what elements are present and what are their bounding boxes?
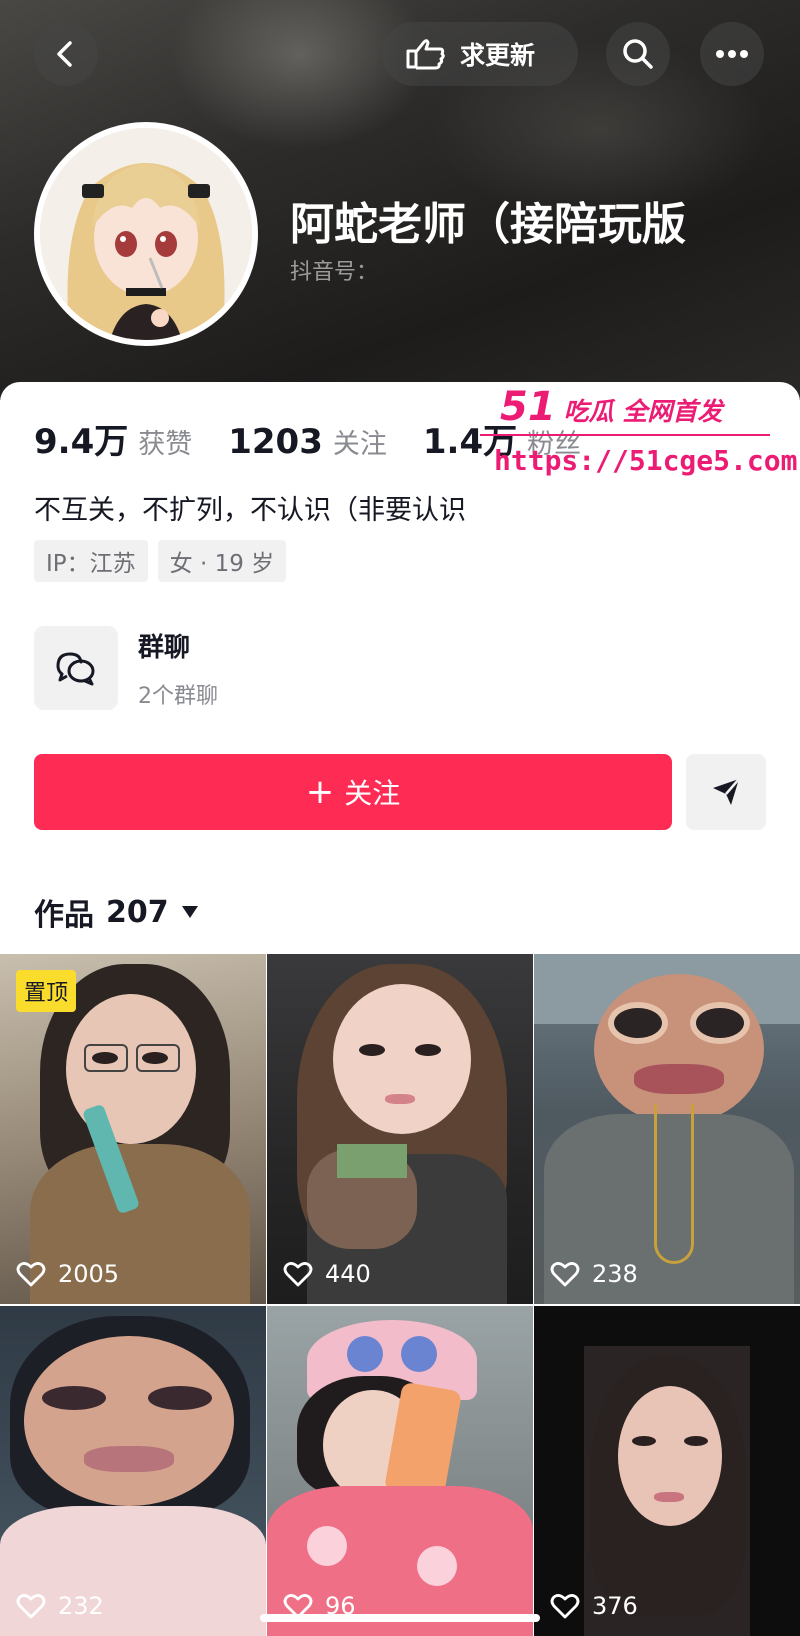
request-update-label: 求更新 — [460, 41, 536, 70]
nickname: 阿蛇老师（接陪玩版 — [290, 199, 686, 250]
heart-icon — [283, 1262, 313, 1287]
follow-button[interactable]: + 关注 — [34, 754, 672, 830]
video-tile[interactable]: 238 — [534, 954, 800, 1304]
like-count: 238 — [550, 1260, 638, 1288]
group-chat-title: 群聊 — [138, 632, 191, 663]
watermark: 51 吃瓜 全网首发 https://51cge5.com — [480, 384, 800, 477]
like-count-value: 2005 — [58, 1260, 120, 1288]
plus-icon: + — [305, 772, 335, 812]
like-count-value: 238 — [592, 1260, 638, 1288]
stat-label: 获赞 — [138, 429, 193, 460]
stat-value: 1203 — [228, 422, 323, 462]
request-update-button[interactable]: 求更新 — [382, 22, 578, 86]
stat-following[interactable]: 1203 关注 — [228, 422, 387, 462]
video-tile[interactable]: 96 — [267, 1306, 533, 1636]
stat-likes[interactable]: 9.4万 获赞 — [34, 414, 192, 463]
like-count-value: 232 — [58, 1592, 104, 1620]
video-grid: 置顶 2005 440 238 232 96 376 — [0, 954, 800, 1636]
video-tile[interactable]: 232 — [0, 1306, 266, 1636]
watermark-url: https://51cge5.com — [494, 444, 798, 477]
more-button[interactable] — [700, 22, 764, 86]
ip-tag: IP：江苏 — [34, 540, 148, 582]
hand-pointer-icon — [406, 39, 445, 70]
like-count-value: 440 — [325, 1260, 371, 1288]
group-chat-text: 群聊 2个群聊 — [138, 627, 218, 710]
like-count: 440 — [283, 1260, 371, 1288]
stat-label: 关注 — [332, 429, 387, 460]
more-icon — [716, 50, 748, 58]
home-indicator[interactable] — [260, 1614, 540, 1622]
heart-icon — [550, 1594, 580, 1619]
group-chat-icon — [56, 652, 95, 686]
works-label: 作品 — [34, 898, 94, 933]
back-arrow-icon — [57, 41, 72, 67]
search-icon — [623, 39, 653, 69]
video-tile[interactable]: 440 — [267, 954, 533, 1304]
pinned-badge: 置顶 — [16, 970, 77, 1012]
group-chat-icon-box — [34, 626, 118, 710]
share-arrow-icon — [713, 778, 740, 805]
stat-value: 9.4万 — [34, 422, 129, 462]
works-tab[interactable]: 作品 207 — [34, 890, 199, 934]
back-button[interactable] — [34, 22, 98, 86]
watermark-brand-text: 吃瓜 全网首发 — [563, 397, 723, 426]
like-count: 376 — [550, 1592, 638, 1620]
profile-banner: 求更新 阿蛇老师（接陪玩版 抖音号： — [0, 0, 800, 400]
watermark-divider — [480, 434, 770, 436]
heart-icon — [550, 1262, 580, 1287]
gender-age-tag: 女 · 19 岁 — [157, 540, 287, 582]
watermark-brand-num: 51 — [500, 384, 556, 430]
avatar[interactable] — [34, 122, 258, 346]
video-tile[interactable]: 置顶 2005 — [0, 954, 266, 1304]
like-count-value: 376 — [592, 1592, 638, 1620]
profile-tags: IP：江苏 女 · 19 岁 — [34, 540, 287, 582]
share-button[interactable] — [686, 754, 766, 830]
search-button[interactable] — [606, 22, 670, 86]
works-count: 207 — [106, 894, 169, 930]
bio: 不互关，不扩列，不认识（非要认识 — [34, 495, 466, 526]
triangle-down-icon — [181, 906, 198, 918]
video-tile[interactable]: 376 — [534, 1306, 800, 1636]
group-chat-entry[interactable]: 群聊 2个群聊 — [34, 626, 218, 710]
like-count: 232 — [16, 1592, 104, 1620]
heart-icon — [16, 1262, 46, 1287]
douyin-id-label: 抖音号： — [290, 260, 379, 285]
heart-icon — [16, 1594, 46, 1619]
follow-label: 关注 — [344, 777, 401, 810]
group-chat-subtitle: 2个群聊 — [138, 683, 218, 709]
like-count: 2005 — [16, 1260, 119, 1288]
